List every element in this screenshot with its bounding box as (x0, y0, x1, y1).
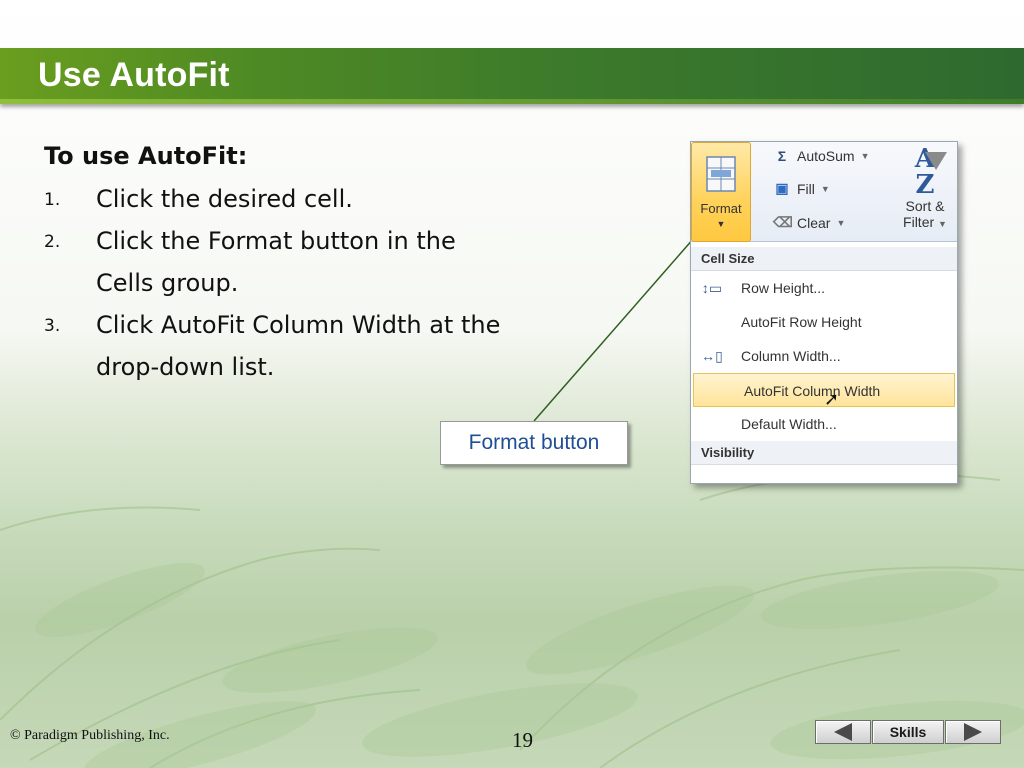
format-cells-icon (706, 156, 736, 192)
filter-funnel-icon (925, 152, 947, 170)
step-1: 1. Click the desired cell. (44, 178, 504, 220)
triangle-right-icon (964, 723, 982, 741)
autosum-button[interactable]: Σ AutoSum ▼ (773, 148, 870, 164)
step-3: 3. Click AutoFit Column Width at the dro… (44, 304, 504, 388)
instructions: To use AutoFit: 1. Click the desired cel… (44, 138, 504, 388)
format-label: Format (700, 201, 742, 216)
clear-button[interactable]: ⌫ Clear ▼ (773, 214, 845, 231)
menu-item-label: AutoFit Column Width (744, 383, 881, 399)
step-number: 3. (44, 316, 61, 336)
menu-item-label: AutoFit Row Height (741, 314, 862, 330)
chevron-down-icon: ▼ (820, 183, 830, 194)
step-2: 2. Click the Format button in the Cells … (44, 220, 504, 304)
clear-label: Clear (797, 214, 831, 231)
menu-item-default-width[interactable]: Default Width... (691, 407, 957, 441)
fill-label: Fill (797, 180, 815, 197)
copyright: © Paradigm Publishing, Inc. (10, 728, 170, 743)
format-dropdown-menu: Cell Size ↕▭ Row Height... AutoFit Row H… (691, 247, 957, 465)
chevron-down-icon: ▼ (938, 219, 947, 229)
step-text: Click AutoFit Column Width at the drop-d… (96, 311, 501, 381)
menu-header-visibility: Visibility (691, 441, 957, 465)
sigma-icon: Σ (777, 148, 787, 164)
eraser-icon: ⌫ (773, 214, 793, 230)
page-number: 19 (512, 728, 533, 752)
step-text: Click the desired cell. (96, 185, 353, 213)
menu-item-column-width[interactable]: ↔▯ Column Width... (691, 339, 957, 373)
menu-header-cell-size: Cell Size (691, 247, 957, 271)
slide-navigation: Skills (815, 719, 1001, 745)
format-button[interactable]: Format ▼ (691, 142, 751, 242)
column-width-icon: ↔▯ (701, 348, 723, 364)
title-bar: Use AutoFit (0, 48, 1024, 104)
menu-item-label: Default Width... (741, 416, 837, 432)
excel-format-menu-screenshot: Format ▼ Σ AutoSum ▼ ▣ Fill ▼ ⌫ Clear ▼ … (690, 141, 958, 484)
triangle-left-icon (834, 723, 852, 741)
step-text: Click the Format button in the Cells gro… (96, 227, 456, 297)
menu-item-label: Column Width... (741, 348, 841, 364)
slide-title: Use AutoFit (38, 56, 230, 94)
skills-button[interactable]: Skills (872, 720, 944, 744)
menu-item-autofit-column-width[interactable]: AutoFit Column Width ➚ (693, 373, 955, 409)
fill-down-icon: ▣ (775, 180, 789, 196)
previous-slide-button[interactable] (815, 720, 871, 744)
menu-item-autofit-row-height[interactable]: AutoFit Row Height (691, 305, 957, 339)
step-number: 2. (44, 232, 61, 252)
next-slide-button[interactable] (945, 720, 1001, 744)
fill-button[interactable]: ▣ Fill ▼ (773, 180, 830, 197)
autosum-label: AutoSum (797, 148, 855, 164)
sort-filter-button[interactable]: AZ Sort & Filter ▼ (895, 146, 955, 230)
format-button-callout: Format button (440, 421, 628, 465)
row-height-icon: ↕▭ (701, 280, 723, 296)
step-number: 1. (44, 190, 61, 210)
chevron-down-icon: ▼ (860, 151, 870, 161)
menu-item-label: Row Height... (741, 280, 826, 296)
sort-filter-label-line1: Sort & (905, 198, 945, 214)
menu-item-row-height[interactable]: ↕▭ Row Height... (691, 271, 957, 305)
ribbon-editing-group: Format ▼ Σ AutoSum ▼ ▣ Fill ▼ ⌫ Clear ▼ … (691, 142, 957, 242)
instructions-intro: To use AutoFit: (44, 142, 248, 170)
sort-filter-label-line2: Filter ▼ (903, 214, 947, 230)
chevron-down-icon: ▼ (716, 219, 726, 229)
chevron-down-icon: ▼ (836, 217, 846, 228)
